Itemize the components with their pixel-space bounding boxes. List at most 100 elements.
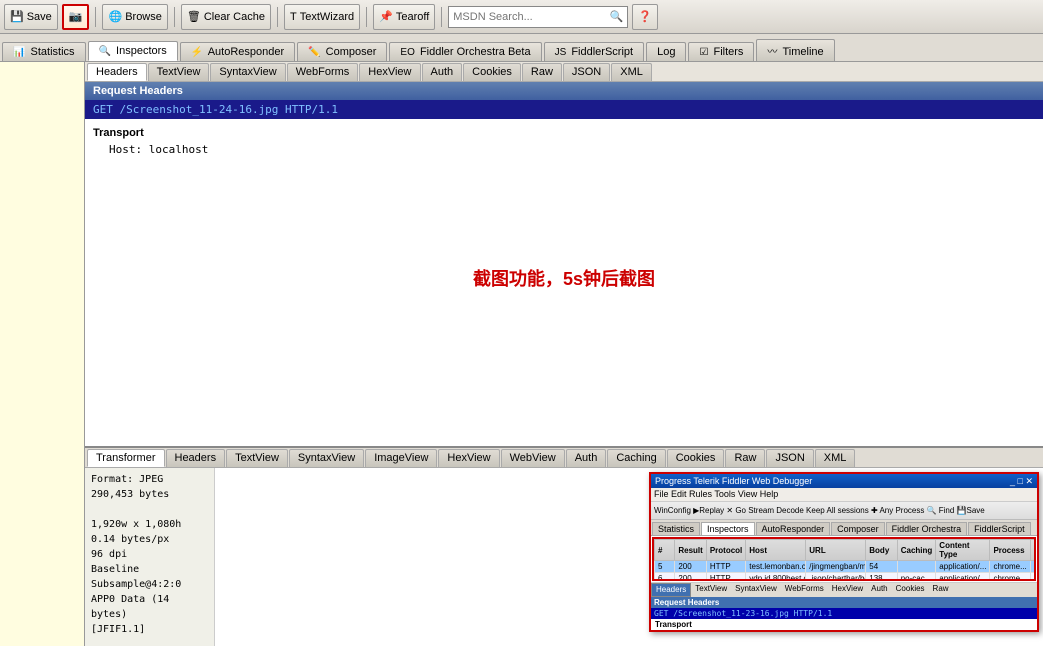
nested-fiddler-window: Progress Telerik Fiddler Web Debugger _ … [649,472,1039,632]
separator3 [277,7,278,27]
sub-tab-xml-bot[interactable]: XML [815,449,856,467]
separator2 [174,7,175,27]
clear-cache-icon: 🗑 [187,10,201,23]
tab-inspectors[interactable]: 🔍 Inspectors [88,41,178,61]
sub-tab-cookies-bot[interactable]: Cookies [667,449,725,467]
table-row[interactable]: 5200HTTPtest.lemonban.com/jingmengban/mc… [655,561,1037,573]
sub-tab-imageview[interactable]: ImageView [365,449,437,467]
nested-webforms-tab[interactable]: WebForms [781,583,828,597]
nested-tab-composer[interactable]: Composer [831,522,885,535]
sub-tab-headers-bot[interactable]: Headers [166,449,226,467]
sub-tab-headers[interactable]: Headers [87,63,147,81]
tab-filters[interactable]: ☑ Filters [688,42,754,61]
sub-tab-hexview-bot[interactable]: HexView [438,449,499,467]
info-line-10: bytes) [91,607,208,622]
nested-hexview-tab[interactable]: HexView [828,583,867,597]
nested-tab-statistics[interactable]: Statistics [652,522,700,535]
help-button[interactable]: ❓ [632,4,658,30]
info-line-11: [JFIF1.1] [91,622,208,637]
nested-tab-inspectors[interactable]: Inspectors [701,522,755,535]
sub-tab-caching[interactable]: Caching [607,449,665,467]
browse-button[interactable]: 🌐 Browse [102,4,167,30]
nested-tab-fiddlerscript[interactable]: FiddlerScript [968,522,1031,535]
nested-tab-orchestra[interactable]: Fiddler Orchestra [886,522,968,535]
bottom-content: Format: JPEG 290,453 bytes 1,920w x 1,08… [85,468,1043,646]
tab-timeline[interactable]: 〰 Timeline [756,39,834,61]
info-line-4: 1,920w x 1,080h [91,517,208,532]
sub-tab-syntaxview-bot[interactable]: SyntaxView [289,449,364,467]
separator4 [366,7,367,27]
info-line-3 [91,502,208,517]
nested-cookies-tab[interactable]: Cookies [892,583,929,597]
separator1 [95,7,96,27]
left-panel-content [0,62,84,646]
tab-autoresponder[interactable]: ⚡ AutoResponder [180,42,295,61]
bottom-info-panel: Format: JPEG 290,453 bytes 1,920w x 1,08… [85,468,215,646]
main-area: Headers TextView SyntaxView WebForms Hex… [0,62,1043,646]
request-area-top: Request Headers GET /Screenshot_11-24-16… [85,82,1043,446]
timeline-icon: 〰 [767,47,777,58]
nested-req-headers-title: Request Headers [651,597,1037,608]
request-line: GET /Screenshot_11-24-16.jpg HTTP/1.1 [85,100,1043,119]
bottom-right-panel: Progress Telerik Fiddler Web Debugger _ … [215,468,1043,646]
nested-window-controls: _ □ ✕ [1010,476,1033,487]
search-input[interactable] [453,11,609,23]
tab-fiddlerscript[interactable]: JS FiddlerScript [544,42,644,61]
sub-tab-json[interactable]: JSON [563,63,610,81]
tab-log[interactable]: Log [646,42,686,61]
host-line: Host: localhost [93,143,1035,156]
info-line-8: Subsample@4:2:0 [91,577,208,592]
screenshot-button[interactable]: 📷 [62,4,90,30]
statistics-icon: 📊 [13,47,25,58]
search-box[interactable]: 🔍 [448,6,628,28]
browse-icon: 🌐 [108,10,122,23]
bottom-sub-tab-bar: Transformer Headers TextView SyntaxView … [85,448,1043,468]
inspectors-icon: 🔍 [99,46,111,57]
sub-tab-auth-bot[interactable]: Auth [566,449,607,467]
nested-transport: Transport [651,619,1037,630]
autoresponder-icon: ⚡ [191,47,203,58]
nested-main-area: # Result Protocol Host URL Body Caching [651,536,1037,630]
save-button[interactable]: 💾 Save [4,4,58,30]
sub-tab-cookies[interactable]: Cookies [463,63,521,81]
textwizard-icon: T [290,11,297,23]
sub-tab-raw[interactable]: Raw [522,63,562,81]
sub-tab-textview[interactable]: TextView [148,63,210,81]
nested-bottom-area: Headers TextView SyntaxView WebForms Hex… [651,582,1037,630]
tab-orchestra[interactable]: EO Fiddler Orchestra Beta [389,42,541,61]
nested-headers-tab[interactable]: Headers [651,583,691,597]
nested-sessions-table: # Result Protocol Host URL Body Caching [654,539,1036,581]
sub-tab-syntaxview[interactable]: SyntaxView [210,63,285,81]
transport-label: Transport [93,127,1035,139]
search-icon: 🔍 [610,10,624,23]
main-tab-bar: 📊 Statistics 🔍 Inspectors ⚡ AutoResponde… [0,34,1043,62]
help-icon: ❓ [638,10,652,23]
sub-tab-textview-bot[interactable]: TextView [226,449,288,467]
info-line-7: Baseline [91,562,208,577]
textwizard-button[interactable]: T TextWizard [284,4,360,30]
tab-composer[interactable]: ✏️ Composer [297,42,387,61]
main-toolbar: 💾 Save 📷 🌐 Browse 🗑 Clear Cache T TextWi… [0,0,1043,34]
sub-tab-webforms[interactable]: WebForms [287,63,359,81]
nested-textview-tab[interactable]: TextView [691,583,731,597]
tearoff-icon: 📌 [379,10,393,23]
sub-tab-json-bot[interactable]: JSON [766,449,813,467]
tearoff-button[interactable]: 📌 Tearoff [373,4,435,30]
sub-tab-raw-bot[interactable]: Raw [725,449,765,467]
sub-tab-transformer[interactable]: Transformer [87,449,165,467]
sub-tab-xml[interactable]: XML [611,63,652,81]
watermark-area: 截图功能，5s钟后截图 [473,264,655,290]
nested-title: Progress Telerik Fiddler Web Debugger [655,476,812,486]
clear-cache-button[interactable]: 🗑 Clear Cache [181,4,271,30]
info-line-6: 96 dpi [91,547,208,562]
sub-tab-webview[interactable]: WebView [501,449,565,467]
nested-auth-tab[interactable]: Auth [867,583,891,597]
sub-tab-auth[interactable]: Auth [422,63,463,81]
tab-statistics[interactable]: 📊 Statistics [2,42,86,61]
sub-tab-hexview[interactable]: HexView [359,63,420,81]
nested-syntaxview-tab[interactable]: SyntaxView [731,583,781,597]
nested-raw-tab[interactable]: Raw [929,583,953,597]
nested-tab-autoresponder[interactable]: AutoResponder [756,522,831,535]
composer-icon: ✏️ [308,47,320,58]
table-row[interactable]: 6200HTTPvdn.id.800best.com.json/charthar… [655,573,1037,582]
